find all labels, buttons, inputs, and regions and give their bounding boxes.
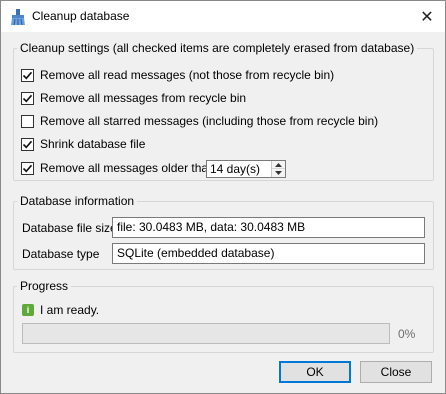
progress-bar — [22, 323, 390, 344]
checkmark-icon — [22, 71, 33, 79]
progress-percent: 0% — [398, 327, 416, 341]
checkmark-icon — [22, 140, 33, 148]
option-shrink-database[interactable]: Shrink database file — [21, 136, 145, 152]
days-value[interactable]: 14 day(s) — [210, 162, 260, 176]
database-type-field[interactable]: SQLite (embedded database) — [112, 243, 425, 264]
option-label: Shrink database file — [40, 137, 146, 151]
file-size-field[interactable]: file: 30.0483 MB, data: 30.0483 MB — [112, 217, 425, 238]
option-remove-read[interactable]: Remove all read messages (not those from… — [21, 67, 334, 83]
file-size-label: Database file size — [22, 221, 117, 235]
spin-up-button[interactable] — [272, 161, 285, 169]
progress-title: Progress — [17, 279, 72, 293]
close-button[interactable]: Close — [360, 361, 432, 383]
checkbox-shrink-database[interactable] — [21, 137, 34, 151]
cleanup-settings-title: Cleanup settings (all checked items are … — [17, 41, 418, 55]
checkbox-remove-read[interactable] — [21, 68, 34, 82]
option-label: Remove all starred messages (including t… — [40, 114, 379, 128]
option-label: Remove all messages from recycle bin — [40, 91, 247, 105]
info-icon: i — [22, 304, 34, 316]
window-close-button[interactable]: ✕ — [409, 1, 445, 32]
checkbox-remove-older[interactable] — [21, 161, 34, 175]
option-remove-older[interactable]: Remove all messages older than — [21, 160, 215, 176]
checkmark-icon — [22, 164, 33, 172]
database-info-title: Database information — [17, 194, 138, 208]
spin-down-button[interactable] — [272, 169, 285, 177]
ok-button[interactable]: OK — [279, 361, 351, 383]
spin-buttons — [271, 161, 285, 177]
triangle-down-icon — [275, 171, 282, 175]
days-spinbox[interactable]: 14 day(s) — [206, 160, 286, 178]
database-type-label: Database type — [22, 247, 100, 261]
broom-icon — [11, 9, 25, 26]
option-label: Remove all read messages (not those from… — [40, 68, 335, 82]
triangle-up-icon — [275, 162, 282, 167]
window-title: Cleanup database — [32, 9, 130, 23]
option-label: Remove all messages older than — [40, 161, 215, 175]
option-remove-starred[interactable]: Remove all starred messages (including t… — [21, 113, 378, 129]
option-remove-recycle-bin[interactable]: Remove all messages from recycle bin — [21, 90, 246, 106]
cleanup-dialog: Cleanup database ✕ Cleanup settings (all… — [0, 0, 446, 394]
checkbox-remove-starred[interactable] — [21, 114, 34, 128]
checkbox-remove-recycle-bin[interactable] — [21, 91, 34, 105]
status-text: I am ready. — [40, 303, 100, 317]
checkmark-icon — [22, 94, 33, 102]
title-bar: Cleanup database ✕ — [1, 1, 445, 32]
